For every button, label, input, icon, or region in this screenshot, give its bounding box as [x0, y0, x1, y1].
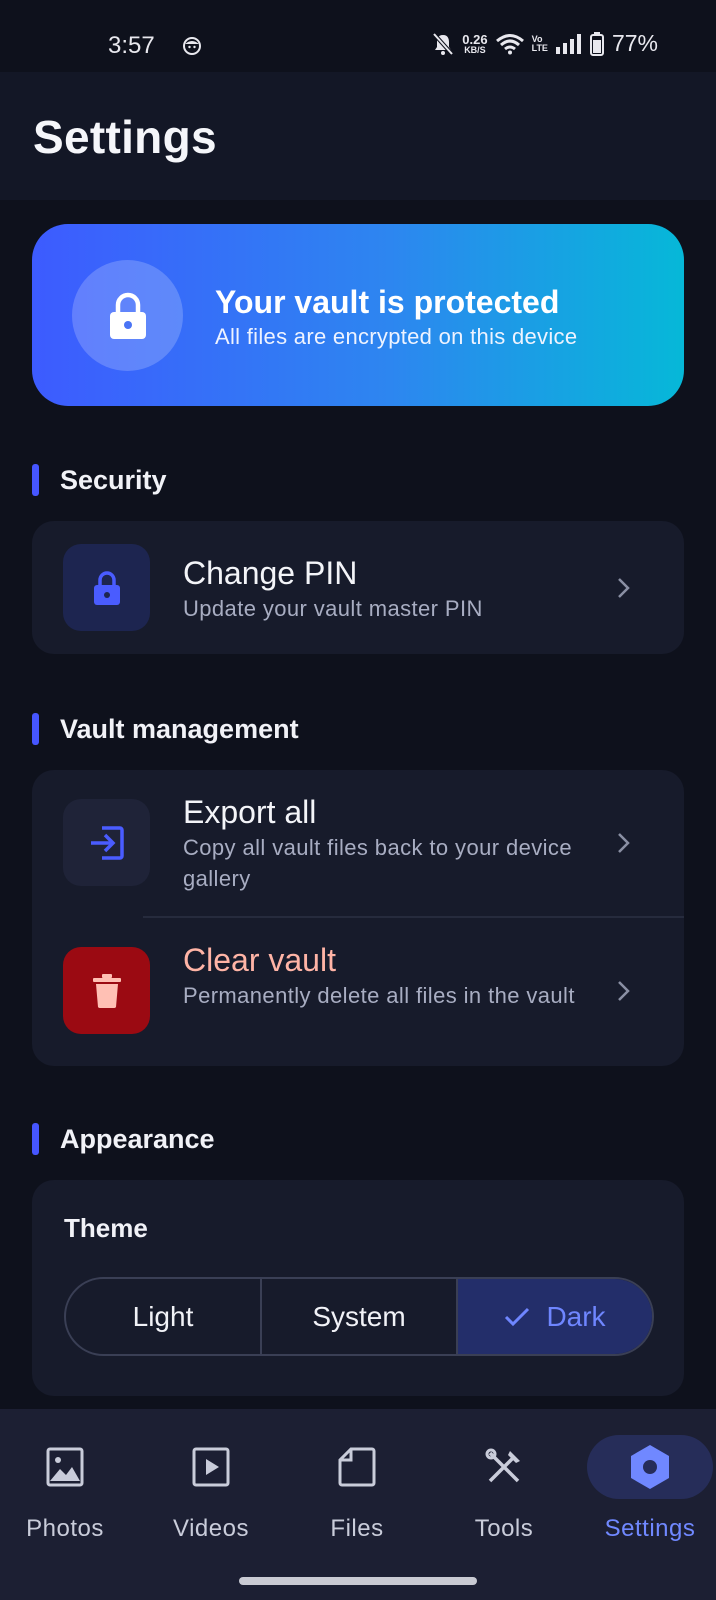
export-icon: [90, 825, 124, 860]
export-all-subtitle: Copy all vault files back to your device…: [183, 835, 572, 891]
clear-vault-row[interactable]: Clear vault Permanently delete all files…: [32, 918, 684, 1066]
lock-icon: [93, 570, 120, 605]
export-all-row[interactable]: Export all Copy all vault files back to …: [32, 770, 684, 917]
theme-option-system[interactable]: System: [262, 1279, 458, 1354]
theme-segmented-control: Light System Dark: [64, 1277, 654, 1356]
nav-label: Tools: [474, 1515, 534, 1542]
export-all-title: Export all: [183, 794, 317, 830]
trash-icon: [92, 973, 121, 1008]
wifi-icon: [495, 33, 524, 54]
theme-option-label: System: [312, 1300, 406, 1332]
section-label: Appearance: [60, 1123, 215, 1154]
home-indicator[interactable]: [239, 1577, 477, 1585]
notification-face-icon: [183, 37, 201, 55]
lock-icon: [109, 292, 146, 339]
nav-files[interactable]: Files: [292, 1435, 422, 1555]
nav-icon-wrap: [441, 1435, 567, 1499]
nav-icon-wrap-active: [587, 1435, 713, 1499]
hero-subtitle: All files are encrypted on this device: [215, 324, 578, 349]
theme-option-label: Light: [132, 1300, 194, 1332]
nav-label: Settings: [604, 1515, 696, 1542]
tools-icon: [485, 1448, 520, 1483]
security-card: Change PIN Update your vault master PIN: [32, 521, 684, 654]
hero-lock-circle: [72, 260, 183, 371]
vault-status-banner: Your vault is protected All files are en…: [32, 224, 684, 406]
nav-tools[interactable]: Tools: [439, 1435, 569, 1555]
change-pin-row[interactable]: Change PIN Update your vault master PIN: [32, 521, 684, 654]
nav-label: Files: [330, 1515, 384, 1542]
image-icon: [46, 1447, 84, 1487]
change-pin-tile: [63, 544, 150, 631]
status-bar: 3:57 0.26 KB/S Vo LTE 77%: [0, 0, 716, 72]
clear-vault-subtitle: Permanently delete all files in the vaul…: [183, 983, 575, 1008]
theme-option-dark[interactable]: Dark: [458, 1279, 652, 1354]
nav-settings[interactable]: Settings: [585, 1435, 715, 1555]
chevron-right-icon: [618, 981, 630, 1001]
mute-bell-icon: [432, 32, 454, 55]
file-icon: [338, 1447, 376, 1487]
clear-vault-title: Clear vault: [183, 942, 336, 978]
section-accent-bar: [32, 1123, 39, 1155]
status-icons: 0.26 KB/S Vo LTE 77%: [432, 30, 658, 57]
hero-title: Your vault is protected: [215, 284, 560, 320]
page-title: Settings: [33, 111, 217, 163]
check-icon: [505, 1307, 530, 1326]
battery-percent: 77%: [611, 30, 658, 56]
theme-option-label: Dark: [546, 1300, 606, 1332]
section-header-security: Security: [32, 464, 167, 496]
chevron-right-icon: [618, 578, 630, 598]
nav-videos[interactable]: Videos: [146, 1435, 276, 1555]
battery-icon: [589, 31, 604, 56]
section-header-appearance: Appearance: [32, 1123, 215, 1155]
nav-icon-wrap: [148, 1435, 274, 1499]
section-accent-bar: [32, 713, 39, 745]
app-header: Settings: [0, 72, 716, 200]
chevron-right-icon: [618, 833, 630, 853]
change-pin-title: Change PIN: [183, 555, 358, 591]
signal-icon: [555, 33, 581, 54]
bottom-navigation: Photos Videos Files Tools Settings: [0, 1409, 716, 1600]
nav-label: Videos: [173, 1515, 249, 1542]
network-speed-unit: KB/S: [464, 44, 486, 55]
volte-bottom: LTE: [531, 42, 548, 53]
change-pin-subtitle: Update your vault master PIN: [183, 596, 483, 621]
vault-card: Export all Copy all vault files back to …: [32, 770, 684, 1066]
section-label: Vault management: [60, 713, 299, 744]
status-time: 3:57: [108, 32, 155, 59]
nav-label: Photos: [26, 1515, 104, 1542]
network-speed-value: 0.26: [462, 31, 488, 47]
appearance-card: Theme Light System Dark: [32, 1180, 684, 1396]
theme-label: Theme: [64, 1213, 148, 1243]
section-label: Security: [60, 464, 167, 495]
nav-icon-wrap: [294, 1435, 420, 1499]
theme-option-light[interactable]: Light: [66, 1279, 262, 1354]
nav-icon-wrap: [2, 1435, 128, 1499]
network-speed: 0.26 KB/S: [462, 33, 487, 55]
section-header-vault: Vault management: [32, 713, 299, 745]
export-tile: [63, 799, 150, 886]
video-icon: [192, 1447, 230, 1487]
section-accent-bar: [32, 464, 39, 496]
settings-icon: [631, 1445, 669, 1489]
settings-screen: 3:57 0.26 KB/S Vo LTE 77% Settings Your …: [0, 0, 716, 1600]
volte-indicator: Vo LTE: [531, 34, 548, 53]
clear-vault-tile: [63, 947, 150, 1034]
nav-photos[interactable]: Photos: [0, 1435, 130, 1555]
